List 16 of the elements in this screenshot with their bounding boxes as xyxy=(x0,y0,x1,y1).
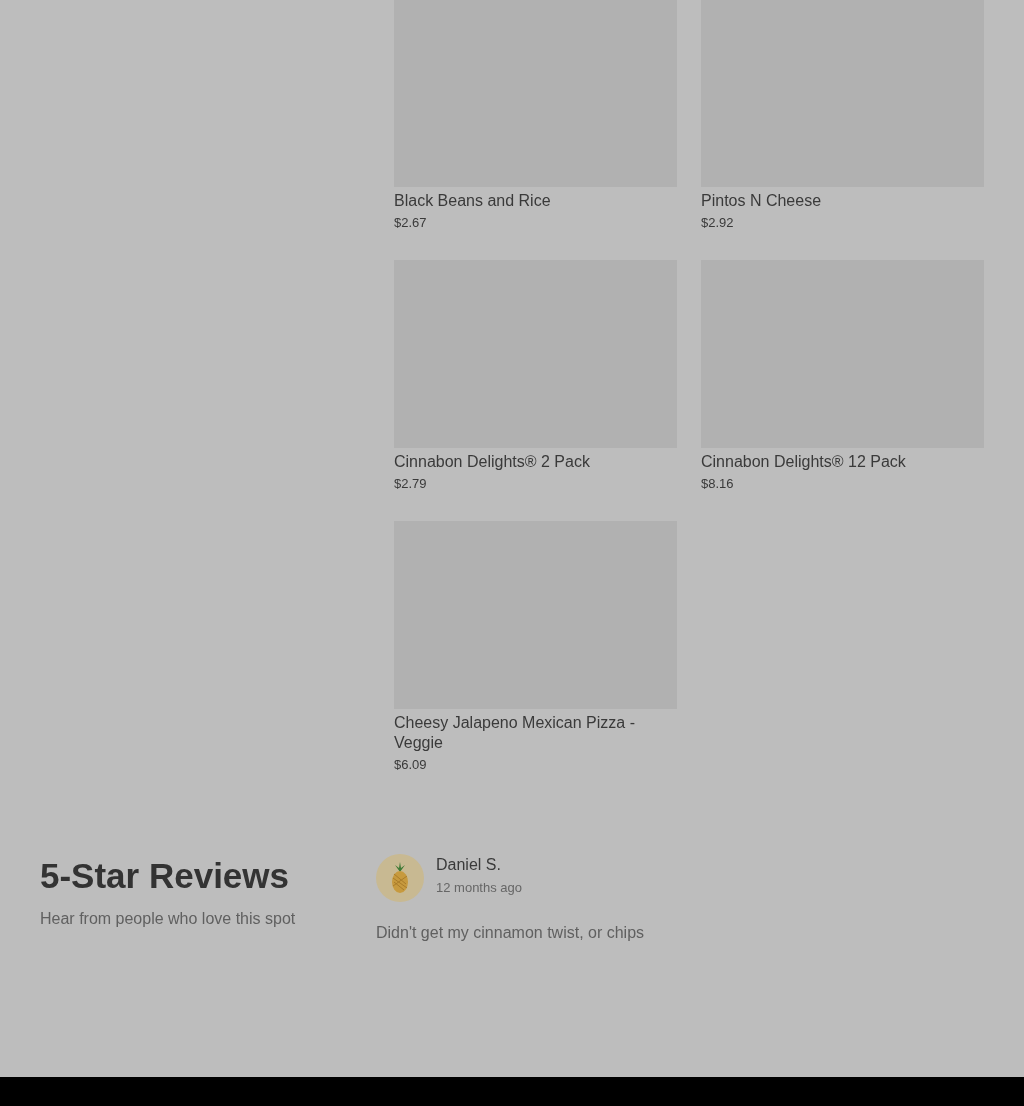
review-text: Didn't get my cinnamon twist, or chips xyxy=(376,924,645,942)
product-price: $6.09 xyxy=(394,756,428,774)
product-name[interactable]: Cinnabon Delights® 12 Pack xyxy=(701,452,984,472)
section-heading: 5-Star Reviews xyxy=(40,855,291,897)
pineapple-avatar-icon xyxy=(376,854,424,902)
product-name[interactable]: Cinnabon Delights® 2 Pack xyxy=(394,452,677,472)
product-name[interactable]: Cheesy Jalapeno Mexican Pizza - Veggie xyxy=(394,713,677,753)
review-time: 12 months ago xyxy=(436,880,522,895)
product-price: $2.92 xyxy=(701,214,735,232)
reviewer-name: Daniel S. xyxy=(436,856,502,874)
section-subtitle: Hear from people who love this spot xyxy=(40,910,297,928)
product-name[interactable]: Black Beans and Rice xyxy=(394,191,677,211)
product-price: $2.79 xyxy=(394,475,428,493)
product-price: $8.16 xyxy=(701,475,735,493)
product-name[interactable]: Pintos N Cheese xyxy=(701,191,984,211)
product-price: $2.67 xyxy=(394,214,428,232)
